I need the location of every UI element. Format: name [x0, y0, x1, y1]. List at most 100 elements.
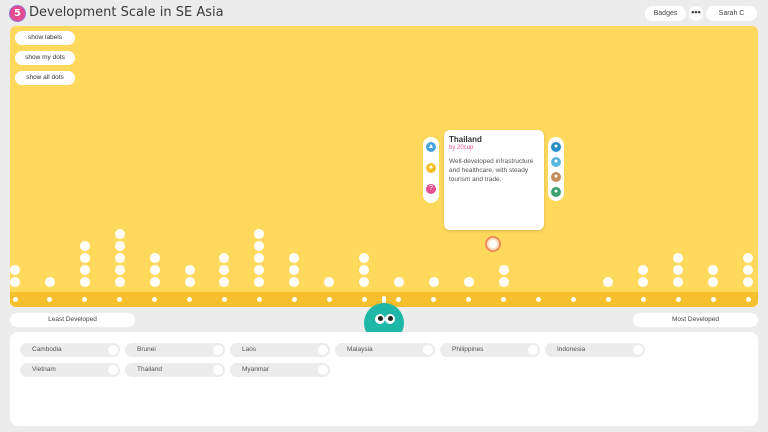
chip-toggle[interactable]	[318, 345, 328, 355]
student-dot[interactable]	[254, 277, 265, 287]
student-dot[interactable]	[463, 277, 474, 287]
student-dot[interactable]	[114, 277, 125, 287]
country-chip[interactable]: Laos	[230, 343, 330, 357]
student-dot[interactable]	[324, 277, 335, 287]
chip-toggle[interactable]	[318, 365, 328, 375]
more-menu-button[interactable]: •••	[689, 6, 703, 21]
student-dot[interactable]	[708, 265, 719, 275]
country-chip-label: Cambodia	[32, 346, 62, 353]
student-dot[interactable]	[184, 277, 195, 287]
scale-tick	[187, 297, 193, 302]
student-dot[interactable]	[673, 253, 684, 263]
student-dot[interactable]	[498, 265, 509, 275]
student-dot[interactable]	[743, 253, 753, 263]
student-dot[interactable]	[184, 265, 195, 275]
student-dot[interactable]	[44, 277, 55, 287]
student-dot[interactable]	[359, 265, 370, 275]
student-dot[interactable]	[603, 277, 614, 287]
student-dot[interactable]	[149, 265, 160, 275]
student-dot[interactable]	[79, 241, 90, 251]
scale-tick	[501, 297, 507, 302]
student-dot[interactable]	[10, 277, 20, 287]
response-card[interactable]: Thailand by 20cup Well-developed infrast…	[444, 130, 544, 230]
country-chip-label: Indonesia	[557, 346, 586, 353]
chip-toggle[interactable]	[423, 345, 433, 355]
student-dot[interactable]	[254, 229, 265, 239]
student-dot[interactable]	[498, 277, 509, 287]
student-dot[interactable]	[10, 265, 20, 275]
student-dot[interactable]	[428, 277, 439, 287]
selected-dot[interactable]	[485, 236, 501, 252]
country-chip-label: Thailand	[137, 366, 162, 373]
chip-toggle[interactable]	[213, 365, 223, 375]
country-chip[interactable]: Indonesia	[545, 343, 645, 357]
student-dot[interactable]	[289, 277, 300, 287]
scale-tick	[466, 297, 472, 302]
student-dot[interactable]	[114, 253, 125, 263]
student-dot[interactable]	[254, 253, 265, 263]
student-dot[interactable]	[149, 277, 160, 287]
sticker-face-icon[interactable]: ●	[551, 157, 561, 167]
student-dot[interactable]	[219, 265, 230, 275]
student-dot[interactable]	[359, 253, 370, 263]
sticker-globe-icon[interactable]: ●	[551, 142, 561, 152]
country-chip[interactable]: Malaysia	[335, 343, 435, 357]
student-dot[interactable]	[359, 277, 370, 287]
scale-tick	[570, 297, 576, 302]
student-dot[interactable]	[638, 265, 649, 275]
student-dot[interactable]	[254, 241, 265, 251]
student-dot[interactable]	[149, 253, 160, 263]
student-dot[interactable]	[743, 265, 753, 275]
chip-toggle[interactable]	[528, 345, 538, 355]
question-icon[interactable]: ?	[426, 184, 436, 194]
student-dot[interactable]	[289, 253, 300, 263]
app-logo: 5	[10, 6, 25, 21]
scale-tick	[221, 297, 227, 302]
card-author: by 20cup	[449, 145, 474, 151]
chip-toggle[interactable]	[213, 345, 223, 355]
student-dot[interactable]	[673, 277, 684, 287]
mascot-left-eye	[375, 314, 385, 324]
student-dot[interactable]	[638, 277, 649, 287]
student-dot[interactable]	[219, 277, 230, 287]
chip-toggle[interactable]	[108, 345, 118, 355]
sticker-animal-icon[interactable]: ●	[551, 172, 561, 182]
country-chip[interactable]: Philippines	[440, 343, 540, 357]
scale-tick	[326, 297, 332, 302]
scale-tick	[47, 297, 53, 302]
student-dot[interactable]	[393, 277, 404, 287]
scale-tick	[605, 297, 611, 302]
country-chip[interactable]: Brunei	[125, 343, 225, 357]
scale-tick	[256, 297, 262, 302]
student-dot[interactable]	[79, 277, 90, 287]
country-chip-label: Brunei	[137, 346, 156, 353]
student-dot[interactable]	[289, 265, 300, 275]
sticker-bar: ● ● ● ●	[548, 137, 564, 201]
sticker-earth-icon[interactable]: ●	[551, 187, 561, 197]
least-developed-label: Least Developed	[10, 313, 135, 327]
student-dot[interactable]	[219, 253, 230, 263]
student-dot[interactable]	[254, 265, 265, 275]
student-dot[interactable]	[743, 277, 753, 287]
country-chip[interactable]: Myanmar	[230, 363, 330, 377]
student-dot[interactable]	[708, 277, 719, 287]
chip-toggle[interactable]	[633, 345, 643, 355]
lightbulb-icon[interactable]: ●	[426, 163, 436, 173]
badges-button[interactable]: Badges	[645, 6, 686, 21]
country-chip[interactable]: Thailand	[125, 363, 225, 377]
user-menu-button[interactable]: Sarah C	[706, 6, 757, 21]
scale-tick	[536, 297, 542, 302]
student-dot[interactable]	[114, 241, 125, 251]
chip-toggle[interactable]	[108, 365, 118, 375]
country-chip[interactable]: Cambodia	[20, 343, 120, 357]
scale-tick	[152, 297, 158, 302]
student-dot[interactable]	[114, 265, 125, 275]
student-dot[interactable]	[114, 229, 125, 239]
student-dot[interactable]	[673, 265, 684, 275]
student-dot[interactable]	[79, 253, 90, 263]
scale-tick	[291, 297, 297, 302]
student-dot[interactable]	[79, 265, 90, 275]
country-chip[interactable]: Vietnam	[20, 363, 120, 377]
scale-tick	[82, 297, 88, 302]
thumbs-up-icon[interactable]: ▲	[426, 142, 436, 152]
